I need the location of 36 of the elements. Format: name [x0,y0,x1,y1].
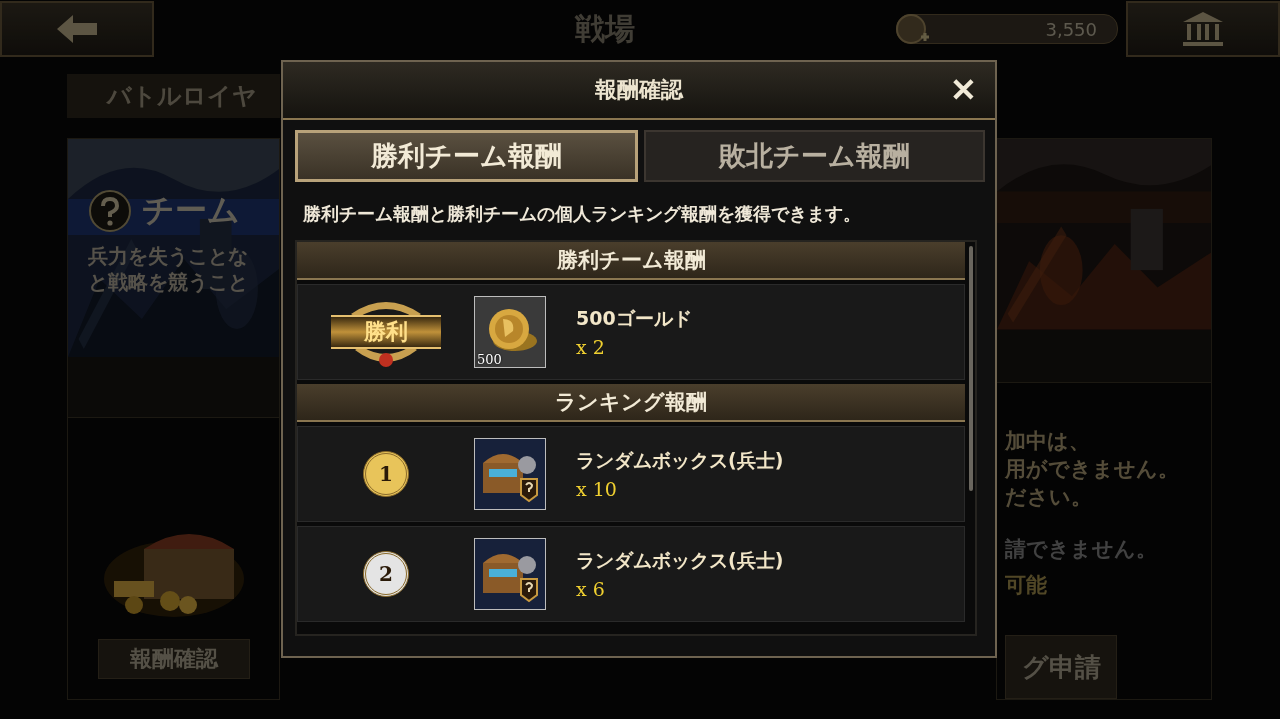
item-name: ランダムボックス(兵士) [576,548,785,573]
reward-tab[interactable]: 勝利チーム報酬 [295,130,638,182]
back-arrow-icon [57,15,97,43]
item-count: x 10 [576,478,618,500]
section-header: 勝利チーム報酬 [297,242,965,280]
item-count: x 6 [576,578,606,600]
mode-description: 兵力を失うことな と戦略を競うこと [88,243,249,295]
treasure-chest-icon [475,439,545,509]
info-text: 用ができません。 [1005,456,1180,483]
coin-plus-icon [895,11,931,47]
help-icon[interactable] [88,189,132,233]
dialog-title: 報酬確認 [595,76,683,104]
info-text: 可能 [1005,572,1048,599]
mode-heading: チーム [142,190,240,231]
info-text: ださい。 [1005,484,1093,511]
rank-medal: 2 [363,551,409,597]
scrollbar[interactable] [969,246,973,491]
section-header: ランキング報酬 [297,384,965,422]
screen-title: 戦場 [575,9,635,48]
item-amount: 500 [477,352,502,367]
bank-icon [1183,12,1223,46]
victory-badge: 勝利 [331,315,441,349]
rank-medal: 1 [363,451,409,497]
item-name: ランダムボックス(兵士) [576,448,785,473]
item-count: x 2 [576,336,606,358]
currency-amount: 3,550 [896,14,1118,44]
back-button[interactable] [0,1,154,57]
info-text: 請できません。 [1005,536,1158,563]
item-name: 500ゴールド [576,306,693,331]
dialog-description: 勝利チーム報酬と勝利チームの個人ランキング報酬を獲得できます。 [302,203,862,226]
reward-tab[interactable]: 敗北チーム報酬 [644,130,985,182]
coin-icon [475,297,545,367]
info-text: 加中は、 [1005,428,1091,455]
treasure-chest-icon [475,539,545,609]
bank-button[interactable] [1126,1,1280,57]
close-button[interactable]: ✕ [943,70,983,110]
